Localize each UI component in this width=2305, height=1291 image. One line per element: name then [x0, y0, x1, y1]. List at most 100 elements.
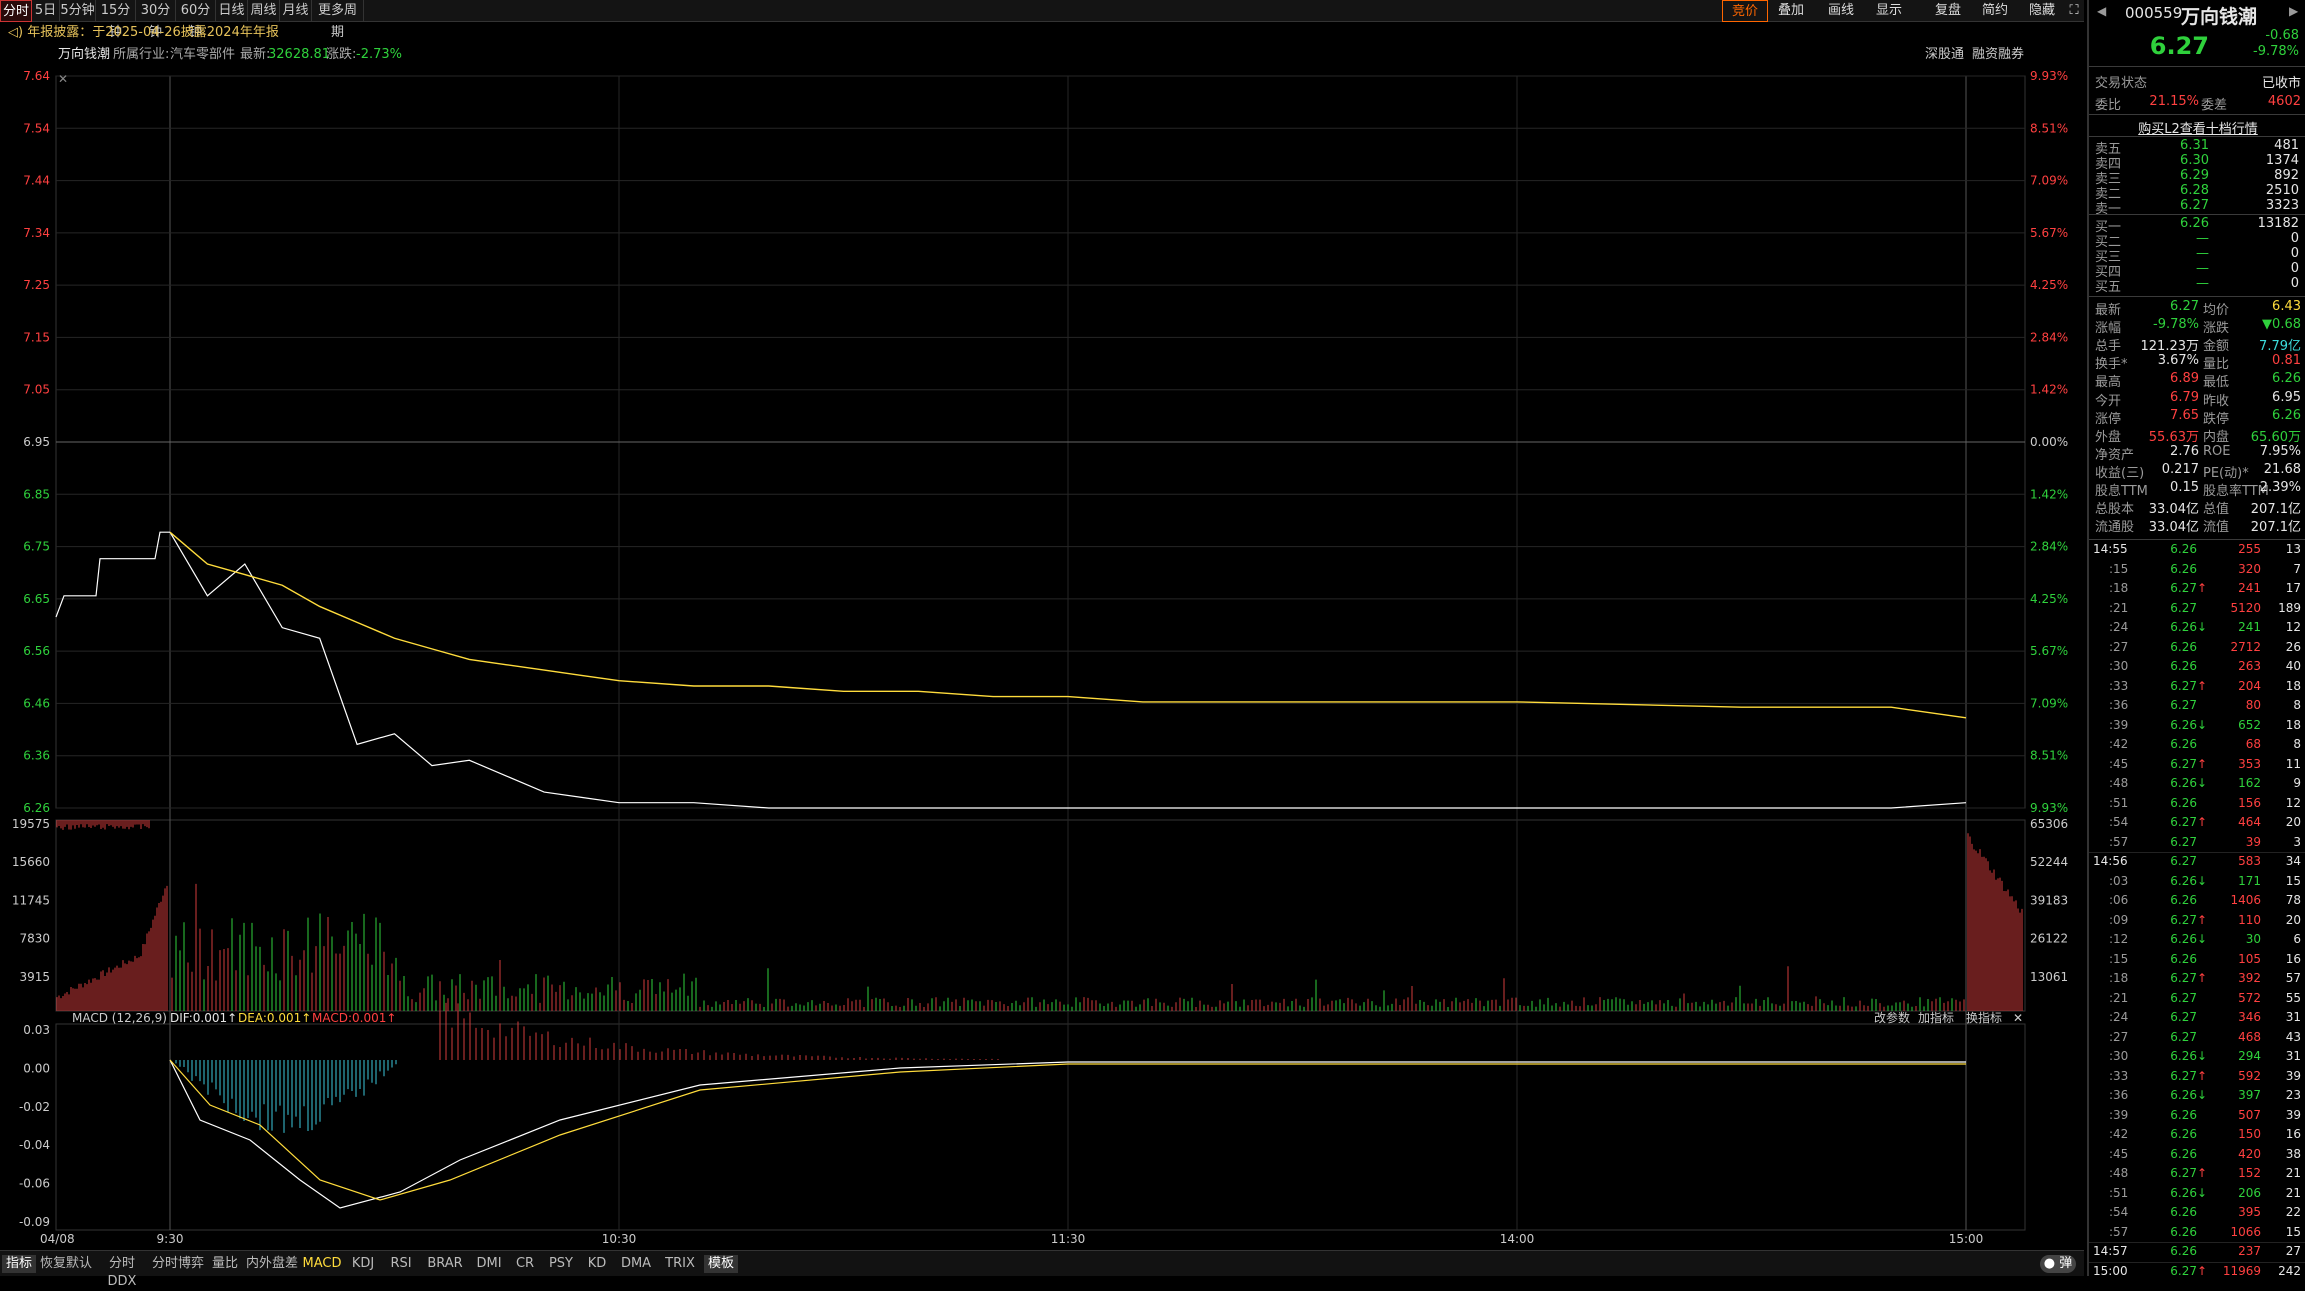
indicator-tab-4[interactable]: 量比: [208, 1255, 242, 1273]
tick-count: 16: [2285, 1127, 2301, 1141]
indicator-tab-15[interactable]: TRIX: [660, 1255, 700, 1273]
tick-count: 22: [2285, 1205, 2301, 1219]
chart-area[interactable]: 7.64 9.93% 7.54 8.51% 7.44 7.09% 7.34 5.67% 7.25…: [0, 66, 2084, 1250]
fullscreen-icon[interactable]: ⛶: [2064, 0, 2084, 22]
indicator-tab-1[interactable]: 恢复默认: [40, 1255, 92, 1273]
bid-price: 6.26: [2180, 216, 2209, 231]
indicator-tab-3[interactable]: 分时博弈: [152, 1255, 204, 1273]
tab-period-8[interactable]: 月线: [280, 0, 312, 22]
tick-time: :09: [2109, 912, 2129, 927]
vol-tick: 11745: [12, 893, 50, 907]
tick-price: 6.27: [2170, 600, 2197, 615]
indicator-tab-16[interactable]: 模板: [704, 1255, 738, 1273]
vol-tick: 15660: [12, 855, 50, 869]
tick-count: 31: [2285, 1010, 2301, 1024]
tick-price: 6.26: [2170, 659, 2197, 673]
status-value: 已收市: [2261, 76, 2301, 91]
tab-period-2[interactable]: 5分钟: [60, 0, 96, 22]
tick-count: 39: [2285, 1068, 2301, 1083]
tool-button-1[interactable]: 叠加: [1768, 0, 1814, 22]
tick-count: 6: [2293, 932, 2301, 946]
indicator-tab-11[interactable]: CR: [510, 1255, 540, 1273]
tab-period-5[interactable]: 60分钟: [176, 0, 216, 40]
tick-volume: 294: [2238, 1049, 2261, 1063]
indicator-tab-6[interactable]: MACD: [302, 1255, 342, 1273]
indicator-tab-12[interactable]: PSY: [544, 1255, 578, 1273]
quote-panel: ◀ 000559 万向钱潮 ▶ 6.27 -0.68 -9.78% 交易状态 已收市 委比 21.1…: [2087, 0, 2305, 1278]
popup-toggle[interactable]: ● 弹: [2040, 1255, 2076, 1273]
tick-volume: 255: [2238, 542, 2261, 556]
tick-price: 6.27: [2170, 1010, 2197, 1024]
tab-period-4[interactable]: 30分钟: [136, 0, 176, 40]
tab-period-9[interactable]: 更多周期: [312, 0, 364, 40]
indicator-tab-10[interactable]: DMI: [472, 1255, 506, 1273]
link-hk-connect[interactable]: 深股通: [1925, 44, 1964, 66]
latest-value: 32628.81: [268, 47, 331, 62]
tab-period-1[interactable]: 5日: [32, 0, 60, 22]
tick-price: 6.26: [2170, 561, 2197, 576]
stat-value-2: 6.26: [2272, 371, 2301, 387]
stat-value-2: 0.81: [2272, 353, 2301, 369]
ask-price: 6.29: [2180, 168, 2209, 183]
indicator-tab-2[interactable]: 分时DDX: [96, 1255, 148, 1289]
indicator-tab-0[interactable]: 指标: [2, 1255, 36, 1273]
tick-count: 18: [2285, 717, 2301, 732]
latest-label: 最新:: [240, 47, 271, 62]
tool-button-6[interactable]: 隐藏: [2020, 0, 2064, 22]
tool-button-5[interactable]: 简约: [1972, 0, 2018, 22]
tab-period-0[interactable]: 分时: [0, 0, 32, 22]
vol-tick: 19575: [12, 817, 50, 831]
price-tick: 7.44: [23, 174, 50, 188]
tick-price: 6.26: [2170, 795, 2197, 810]
tick-time: :36: [2109, 698, 2129, 712]
tool-button-2[interactable]: 画线: [1818, 0, 1864, 22]
period-toolbar: 分时 5日 5分钟 15分钟 30分钟 60分钟 日线 周线 月线 更多周期 竞价 叠加 画线 显示 复盘简…: [0, 0, 2084, 40]
tab-period-6[interactable]: 日线: [216, 0, 248, 22]
link-margin[interactable]: 融资融券: [1972, 44, 2024, 66]
tick-count: 26: [2285, 639, 2301, 654]
tool-button-0[interactable]: 竞价: [1722, 0, 1768, 22]
stat-value: 2.76: [2170, 443, 2199, 459]
tick-volume: 263: [2238, 659, 2261, 673]
indicator-tab-14[interactable]: DMA: [616, 1255, 656, 1273]
tool-button-3[interactable]: 显示: [1864, 0, 1914, 22]
tick-price: 6.27: [2170, 1068, 2197, 1083]
tick-volume: 150: [2238, 1127, 2261, 1141]
industry[interactable]: 汽车零部件: [170, 44, 235, 66]
price-tick: 6.95: [23, 435, 50, 449]
indicator-tab-8[interactable]: RSI: [384, 1255, 418, 1273]
stat-label: 换手*: [2095, 357, 2128, 373]
tool-button-4[interactable]: 复盘: [1928, 0, 1968, 22]
tick-count: 17: [2285, 581, 2301, 595]
indicator-tab-9[interactable]: BRAR: [422, 1255, 468, 1273]
l2-link[interactable]: 购买L2查看十档行情: [2089, 118, 2305, 137]
tab-period-3[interactable]: 15分钟: [96, 0, 136, 40]
indicator-tab-5[interactable]: 内外盘差: [246, 1255, 298, 1273]
tick-volume: 2712: [2230, 639, 2261, 654]
vol-tick-right: 13061: [2030, 970, 2068, 984]
tick-volume: 1406: [2230, 893, 2261, 907]
ask-price: 6.31: [2180, 138, 2209, 153]
stat-value-2: ▼0.68: [2262, 317, 2301, 333]
indicator-tab-13[interactable]: KD: [582, 1255, 612, 1273]
macd-value: MACD:0.001↑: [312, 1011, 396, 1025]
tick-time: :18: [2109, 581, 2129, 595]
tick-volume: 162: [2238, 776, 2261, 790]
tick-volume: 572: [2238, 990, 2261, 1005]
indicator-tab-7[interactable]: KDJ: [346, 1255, 380, 1273]
tick-count: 57: [2285, 971, 2301, 985]
tab-period-7[interactable]: 周线: [248, 0, 280, 22]
pct-tick: 1.42%: [2030, 487, 2068, 501]
next-stock-icon[interactable]: ▶: [2289, 4, 2298, 18]
tick-volume: 105: [2238, 951, 2261, 966]
pct-tick: 5.67%: [2030, 226, 2068, 240]
notice-text[interactable]: 年报披露：于2025-04-26披露2024年年报: [27, 25, 279, 40]
tick-volume: 237: [2238, 1244, 2261, 1258]
tick-price: 6.26: [2170, 1205, 2197, 1219]
stock-name-title: 万向钱潮: [2181, 6, 2258, 28]
vol-tick-right: 39183: [2030, 893, 2068, 907]
tick-time: :24: [2109, 620, 2129, 634]
tick-price: 6.27: [2170, 1263, 2197, 1278]
change-label: 涨跌:: [326, 47, 357, 62]
prev-stock-icon[interactable]: ◀: [2097, 4, 2106, 18]
